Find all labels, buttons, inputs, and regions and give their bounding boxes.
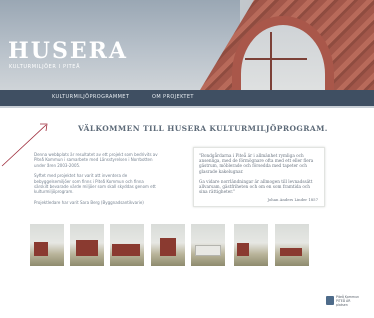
municipality-logo-text: Piteå Kommun PITEÅ ÄR platsen <box>336 295 360 307</box>
building-image <box>195 245 221 256</box>
municipality-logo[interactable]: Piteå Kommun PITEÅ ÄR platsen <box>326 294 368 312</box>
gallery-thumbnail[interactable] <box>110 224 144 266</box>
window-transom <box>245 58 307 60</box>
page: HUSERA KULTURMILJÖER I PITEÅ KULTURMILJÖ… <box>0 0 374 318</box>
building-image <box>160 238 176 256</box>
gallery-thumbnail[interactable] <box>30 224 64 266</box>
intro-paragraph: Denna webbplats är resultatet av ett pro… <box>34 152 158 168</box>
building-image <box>237 243 249 256</box>
quote-box: "Bondgårdarna i Piteå är i allmänhet rym… <box>193 147 325 207</box>
header-banner: HUSERA KULTURMILJÖER I PITEÅ <box>0 0 374 90</box>
building-image <box>112 244 140 256</box>
gallery-thumbnail[interactable] <box>191 224 225 266</box>
gallery-thumbnail[interactable] <box>275 224 309 266</box>
nav-item-kulturmiljoprogrammet[interactable]: KULTURMILJÖPROGRAMMET <box>52 94 129 100</box>
site-logo-title[interactable]: HUSERA <box>8 38 128 64</box>
gallery-thumbnail[interactable] <box>234 224 268 266</box>
quote-paragraph: "Bondgårdarna i Piteå är i allmänhet rym… <box>199 153 314 174</box>
photo-gallery <box>30 224 340 266</box>
intro-text: Denna webbplats är resultatet av ett pro… <box>34 152 159 210</box>
gallery-thumbnail[interactable] <box>70 224 104 266</box>
welcome-heading: VÄLKOMMEN TILL HUSERA KULTURMILJÖPROGRAM… <box>78 124 328 133</box>
main-nav: KULTURMILJÖPROGRAMMET OM PROJEKTET <box>0 90 374 106</box>
nav-divider <box>0 106 374 108</box>
quote-attribution: Johan Anders Linder 1857 <box>267 197 318 202</box>
building-image <box>280 248 302 256</box>
intro-paragraph: Projektledare har varit Sara Berg (Byggn… <box>34 199 144 205</box>
gallery-thumbnail[interactable] <box>151 224 185 266</box>
municipality-crest-icon <box>326 296 334 305</box>
site-logo-subtitle: KULTURMILJÖER I PITEÅ <box>9 64 81 70</box>
quote-paragraph: Ga vidare norrländningar är allmogen til… <box>199 178 313 195</box>
nav-item-om-projektet[interactable]: OM PROJEKTET <box>152 94 194 100</box>
intro-paragraph: Syftet med projektet har varit att inven… <box>34 173 156 195</box>
building-image <box>34 242 48 256</box>
window-mullion <box>270 32 272 90</box>
building-image <box>76 240 98 256</box>
